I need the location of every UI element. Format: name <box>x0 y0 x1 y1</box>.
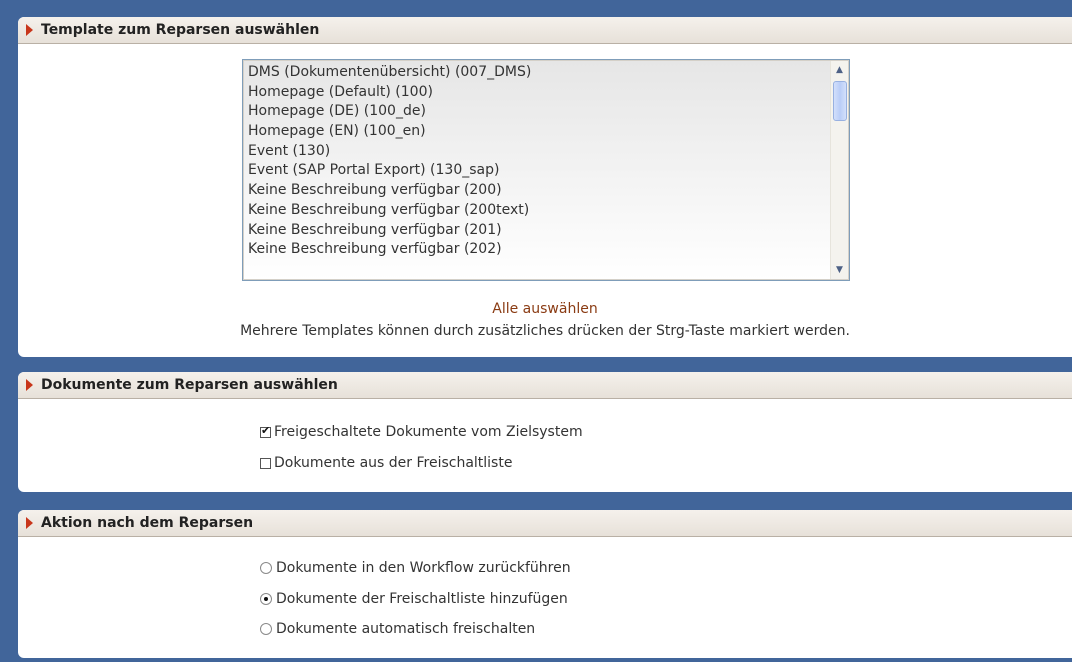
radio-label: Dokumente automatisch freischalten <box>276 621 536 637</box>
action-section: Aktion nach dem Reparsen Dokumente in de… <box>18 510 1072 658</box>
option-auto-approve[interactable]: Dokumente automatisch freischalten <box>260 621 535 637</box>
action-section-title: Aktion nach dem Reparsen <box>41 515 254 531</box>
template-option[interactable]: Homepage (DE) (100_de) <box>248 102 849 122</box>
expand-arrow-icon <box>26 379 33 391</box>
template-option[interactable]: Keine Beschreibung verfügbar (202) <box>248 240 849 260</box>
expand-arrow-icon <box>26 24 33 36</box>
template-listbox[interactable]: DMS (Dokumentenübersicht) (007_DMS) Home… <box>242 59 850 281</box>
listbox-scrollbar[interactable]: ▲ ▼ <box>830 61 848 279</box>
scroll-down-arrow-icon[interactable]: ▼ <box>831 263 848 277</box>
template-option[interactable]: DMS (Dokumentenübersicht) (007_DMS) <box>248 63 849 83</box>
action-section-header[interactable]: Aktion nach dem Reparsen <box>18 510 1072 537</box>
expand-arrow-icon <box>26 517 33 529</box>
checkbox-label: Dokumente aus der Freischaltliste <box>274 455 513 471</box>
option-return-to-workflow[interactable]: Dokumente in den Workflow zurückführen <box>260 560 571 576</box>
checkbox-released-documents[interactable] <box>260 424 271 438</box>
radio-label: Dokumente der Freischaltliste hinzufügen <box>276 591 568 607</box>
template-option[interactable]: Keine Beschreibung verfügbar (200) <box>248 181 849 201</box>
documents-section-title: Dokumente zum Reparsen auswählen <box>41 377 338 393</box>
template-option[interactable]: Event (130) <box>248 142 849 162</box>
template-section-header[interactable]: Template zum Reparsen auswählen <box>18 17 1072 44</box>
template-option[interactable]: Event (SAP Portal Export) (130_sap) <box>248 161 849 181</box>
template-section: Template zum Reparsen auswählen DMS (Dok… <box>18 17 1072 357</box>
scroll-up-arrow-icon[interactable]: ▲ <box>831 63 848 77</box>
checkbox-approval-list-documents[interactable] <box>260 457 271 469</box>
template-option[interactable]: Keine Beschreibung verfügbar (200text) <box>248 201 849 221</box>
radio-auto-approve[interactable] <box>260 623 272 635</box>
template-option[interactable]: Homepage (EN) (100_en) <box>248 122 849 142</box>
option-approval-list-documents[interactable]: Dokumente aus der Freischaltliste <box>260 455 512 471</box>
template-option[interactable]: Keine Beschreibung verfügbar (201) <box>248 221 849 241</box>
option-add-to-approval-list[interactable]: Dokumente der Freischaltliste hinzufügen <box>260 591 568 607</box>
option-released-documents[interactable]: Freigeschaltete Dokumente vom Zielsystem <box>260 424 583 440</box>
documents-section-header[interactable]: Dokumente zum Reparsen auswählen <box>18 372 1072 399</box>
checkbox-label: Freigeschaltete Dokumente vom Zielsystem <box>274 424 583 440</box>
template-option[interactable]: Homepage (Default) (100) <box>248 83 849 103</box>
scrollbar-thumb[interactable] <box>833 81 847 121</box>
radio-return-to-workflow[interactable] <box>260 562 272 574</box>
radio-add-to-approval-list[interactable] <box>260 593 272 605</box>
radio-label: Dokumente in den Workflow zurückführen <box>276 560 571 576</box>
multi-select-hint: Mehrere Templates können durch zusätzlic… <box>240 323 850 339</box>
template-section-title: Template zum Reparsen auswählen <box>41 22 320 38</box>
documents-section: Dokumente zum Reparsen auswählen Freiges… <box>18 372 1072 492</box>
select-all-link[interactable]: Alle auswählen <box>18 301 1072 317</box>
